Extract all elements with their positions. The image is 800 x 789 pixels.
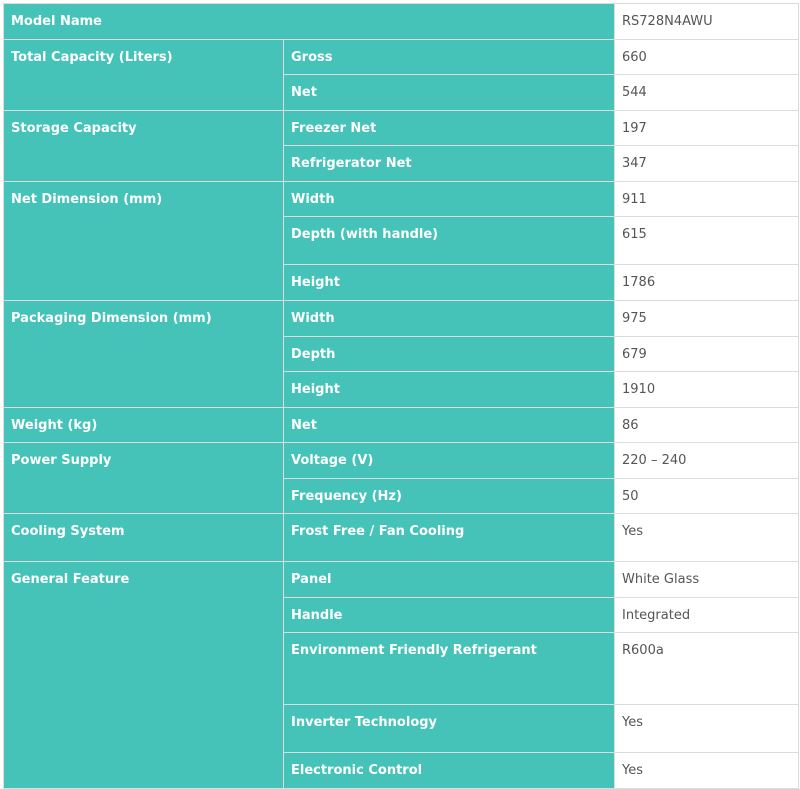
- attribute-label: Electronic Control: [283, 752, 615, 789]
- attribute-value: Yes: [614, 752, 799, 789]
- attribute-label: Frost Free / Fan Cooling: [283, 513, 615, 562]
- spec-table: Model Name RS728N4AWU Total Capacity (Li…: [3, 3, 799, 789]
- attribute-value: Yes: [614, 704, 799, 753]
- attribute-value: 50: [614, 478, 799, 514]
- group-label: Total Capacity (Liters): [3, 39, 284, 111]
- attribute-value: R600a: [614, 632, 799, 705]
- attribute-label: Height: [283, 264, 615, 301]
- group-label: Storage Capacity: [3, 110, 284, 182]
- attribute-label: Refrigerator Net: [283, 145, 615, 182]
- attribute-label: Voltage (V): [283, 442, 615, 479]
- table-row: Total Capacity (Liters) Gross 660: [3, 39, 799, 111]
- attribute-label: Width: [283, 300, 615, 337]
- attribute-value: 197: [614, 110, 799, 146]
- table-row: Net Dimension (mm) Width 911: [3, 181, 799, 301]
- attribute-label: Frequency (Hz): [283, 478, 615, 514]
- group-label: Weight (kg): [3, 407, 284, 443]
- table-row: Cooling System Frost Free / Fan Cooling …: [3, 513, 799, 562]
- attribute-label: Width: [283, 181, 615, 217]
- attribute-value: 660: [614, 39, 799, 75]
- attribute-value: 544: [614, 74, 799, 111]
- attribute-value: 1910: [614, 371, 799, 408]
- attribute-label: Net: [283, 407, 615, 443]
- attribute-label: Inverter Technology: [283, 704, 615, 753]
- table-row: Power Supply Voltage (V) 220 – 240: [3, 442, 799, 514]
- attribute-value: 1786: [614, 264, 799, 301]
- attribute-value: 86: [614, 407, 799, 443]
- attribute-value: 911: [614, 181, 799, 217]
- attribute-label: Panel: [283, 561, 615, 598]
- model-name-label: Model Name: [3, 3, 615, 40]
- attribute-value: 615: [614, 216, 799, 265]
- attribute-value: 347: [614, 145, 799, 182]
- attribute-value: 975: [614, 300, 799, 337]
- table-row: Model Name RS728N4AWU: [3, 3, 799, 40]
- attribute-value: 679: [614, 336, 799, 372]
- group-label: Cooling System: [3, 513, 284, 562]
- attribute-label: Freezer Net: [283, 110, 615, 146]
- group-label: Net Dimension (mm): [3, 181, 284, 301]
- attribute-label: Environment Friendly Refrigerant: [283, 632, 615, 705]
- group-label: Power Supply: [3, 442, 284, 514]
- attribute-value: Yes: [614, 513, 799, 562]
- table-row: Storage Capacity Freezer Net 197: [3, 110, 799, 182]
- table-row: Packaging Dimension (mm) Width 975: [3, 300, 799, 408]
- attribute-label: Depth (with handle): [283, 216, 615, 265]
- attribute-value: White Glass: [614, 561, 799, 598]
- attribute-value: 220 – 240: [614, 442, 799, 479]
- table-row: General Feature Panel White Glass: [3, 561, 799, 789]
- model-name-value: RS728N4AWU: [614, 3, 799, 40]
- attribute-value: Integrated: [614, 597, 799, 633]
- attribute-label: Gross: [283, 39, 615, 75]
- attribute-label: Depth: [283, 336, 615, 372]
- attribute-label: Net: [283, 74, 615, 111]
- table-row: Weight (kg) Net 86: [3, 407, 799, 443]
- attribute-label: Height: [283, 371, 615, 408]
- attribute-label: Handle: [283, 597, 615, 633]
- group-label: Packaging Dimension (mm): [3, 300, 284, 408]
- group-label: General Feature: [3, 561, 284, 789]
